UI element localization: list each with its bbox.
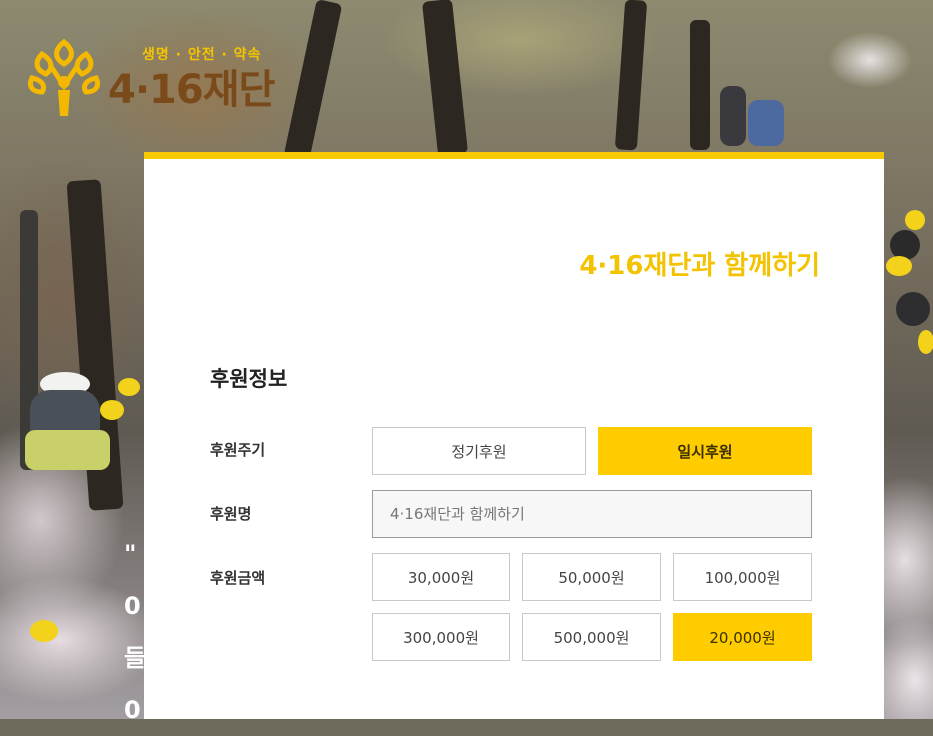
amount-50000-button[interactable]: 50,000원 <box>522 553 661 601</box>
logo-tagline: 생명 · 안전 · 약속 <box>142 47 262 63</box>
amount-100000-button[interactable]: 100,000원 <box>673 553 812 601</box>
logo-name: 4·16재단 <box>108 67 275 113</box>
card-title: 4·16재단과 함께하기 <box>579 251 820 281</box>
amount-custom-input-button[interactable]: 20,000원 <box>673 613 812 661</box>
amount-label: 후원금액 <box>210 569 266 587</box>
donation-card: 4·16재단과 함께하기 후원정보 후원주기 정기후원 일시후원 후원명 후원금… <box>144 152 884 719</box>
amount-30000-button[interactable]: 30,000원 <box>372 553 510 601</box>
section-title: 후원정보 <box>210 367 288 391</box>
yellow-ribbon-tree-icon <box>27 38 101 116</box>
regular-donation-button[interactable]: 정기후원 <box>372 427 586 475</box>
one-time-donation-button[interactable]: 일시후원 <box>598 427 812 475</box>
period-label: 후원주기 <box>210 441 266 459</box>
foundation-logo[interactable]: 생명 · 안전 · 약속 4·16재단 <box>24 34 284 124</box>
amount-500000-button[interactable]: 500,000원 <box>522 613 661 661</box>
donation-name-label: 후원명 <box>210 505 252 523</box>
donation-name-input[interactable] <box>372 490 812 538</box>
amount-300000-button[interactable]: 300,000원 <box>372 613 510 661</box>
